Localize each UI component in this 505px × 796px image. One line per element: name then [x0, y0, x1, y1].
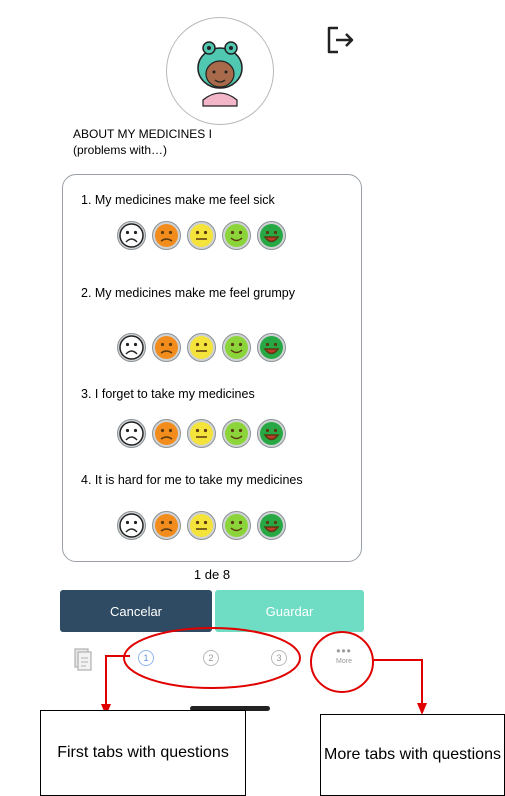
more-tabs-arrow [374, 659, 423, 705]
first-tabs-callout: First tabs with questions [40, 710, 246, 796]
annotation-overlay [101, 627, 427, 716]
more-tabs-highlight [310, 631, 374, 693]
more-tabs-callout: More tabs with questions [320, 714, 505, 796]
first-tabs-highlight [123, 627, 301, 689]
